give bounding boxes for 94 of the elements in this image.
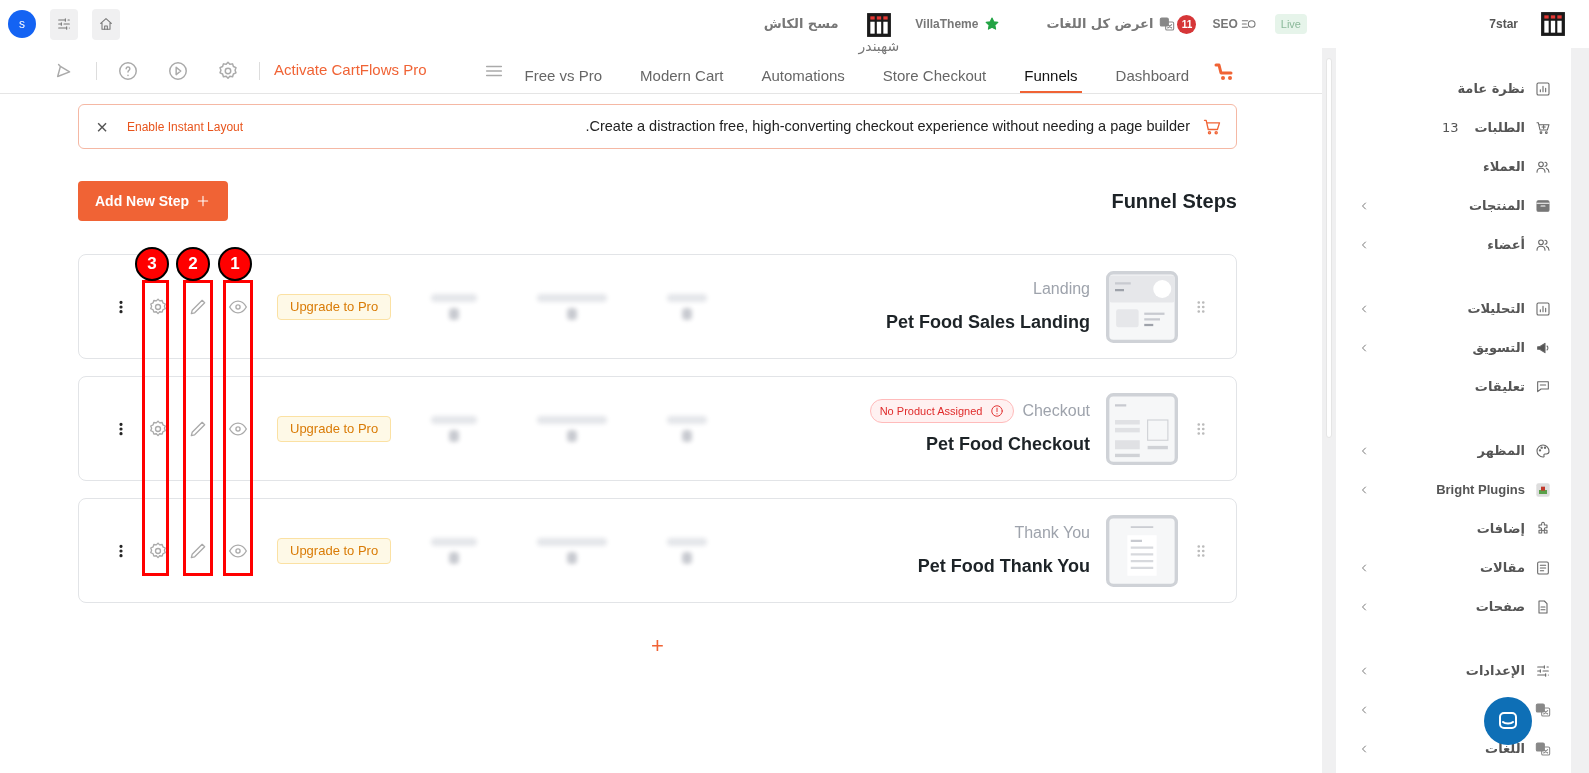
sidebar-item[interactable]: نظرة عامة — [1336, 69, 1571, 108]
store-link[interactable]: شهبندر — [858, 12, 900, 54]
sliders-icon — [1535, 662, 1551, 679]
translate-icon — [1535, 740, 1551, 757]
settings-icon[interactable] — [148, 540, 168, 561]
blurred-stat-value — [449, 551, 460, 564]
alert-icon — [990, 404, 1005, 418]
live-status: Live — [1274, 13, 1307, 35]
users-icon — [1535, 236, 1551, 253]
comment-icon — [1535, 378, 1551, 395]
blurred-stat-label — [667, 537, 708, 546]
scrollbar-thumb[interactable] — [1326, 58, 1332, 438]
nav-tab[interactable]: Free vs Pro — [520, 62, 607, 93]
nav-tab[interactable]: Automations — [757, 62, 849, 93]
blurred-stat-value — [567, 307, 578, 320]
chart-icon — [1535, 300, 1551, 317]
user-avatar[interactable]: s — [8, 10, 36, 38]
seo-link[interactable]: SEO — [1212, 15, 1259, 33]
site-name-link[interactable]: 7star — [1489, 15, 1518, 33]
blurred-stat-value — [682, 429, 693, 442]
customize-button[interactable] — [50, 8, 78, 40]
plugin-icon — [1535, 481, 1551, 498]
play-icon[interactable] — [167, 59, 189, 82]
box-icon — [1535, 197, 1551, 214]
blurred-stat-value — [567, 551, 578, 564]
step-title: Pet Food Thank You — [917, 555, 1090, 578]
help-icon[interactable] — [117, 59, 139, 82]
section-heading: Funnel Steps — [1111, 189, 1237, 214]
settings-icon[interactable] — [148, 296, 168, 317]
users-icon — [1535, 158, 1551, 175]
blurred-stat-value — [567, 429, 578, 442]
languages-link[interactable]: اعرض كل اللغات — [1046, 14, 1176, 34]
villatheme-link[interactable]: VillaTheme — [915, 15, 1001, 33]
sidebar-item[interactable]: اللغات — [1336, 729, 1571, 768]
blurred-stat-label — [667, 293, 708, 302]
blurred-stat-value — [449, 429, 460, 442]
settings-icon[interactable] — [217, 59, 239, 82]
blurred-stat-label — [537, 537, 608, 546]
step-type: Thank You — [1014, 523, 1090, 543]
home-button[interactable] — [92, 8, 120, 40]
blurred-stat-label — [667, 415, 708, 424]
blurred-stat-value — [682, 307, 693, 320]
cart-icon — [1535, 119, 1551, 136]
sidebar-item[interactable]: المظهر — [1336, 431, 1571, 470]
close-button[interactable]: × — [93, 116, 111, 137]
blurred-stat-label — [537, 293, 608, 302]
sidebar-item[interactable]: التسويق — [1336, 328, 1571, 367]
puzzle-icon — [1535, 520, 1551, 537]
step-type: Landing — [1033, 279, 1090, 299]
nav-tab[interactable]: Modern Cart — [636, 62, 728, 93]
translate-icon — [1159, 16, 1176, 32]
sidebar-item[interactable]: الإعدادات — [1336, 651, 1571, 690]
store-logo-icon — [865, 12, 892, 38]
blurred-stat-label — [431, 537, 478, 546]
sidebar-item[interactable]: التحليلات — [1336, 289, 1571, 328]
nav-tab[interactable]: Store Checkout — [878, 62, 991, 93]
step-title: Pet Food Checkout — [926, 433, 1090, 456]
star-icon — [984, 16, 1001, 32]
callout-number: 1 — [218, 247, 252, 281]
scrollbar-track[interactable] — [1322, 48, 1336, 773]
clear-cache-link[interactable]: مسح الكاش — [763, 14, 839, 34]
blurred-stat-value — [682, 551, 693, 564]
settings-icon[interactable] — [148, 418, 168, 439]
sidebar-item[interactable]: صفحات — [1336, 587, 1571, 626]
document-icon — [1535, 559, 1551, 576]
home-icon — [98, 16, 114, 32]
sidebar-item[interactable]: تعليقات — [1336, 367, 1571, 406]
chat-button[interactable] — [1484, 697, 1532, 745]
page-icon — [1535, 598, 1551, 615]
nav-tab[interactable]: Dashboard — [1111, 62, 1193, 93]
nav-tab[interactable]: Funnels — [1020, 62, 1082, 93]
notice-message: .Create a distraction free, high-converting checkout experience without needing a page builder — [585, 116, 1190, 136]
sidebar-item[interactable]: المنتجات — [1336, 186, 1571, 225]
translate-icon — [1535, 701, 1551, 718]
callout-number: 2 — [176, 247, 210, 281]
blurred-stat-label — [537, 415, 608, 424]
sidebar-item[interactable]: مقالات — [1336, 548, 1571, 587]
step-title: Pet Food Sales Landing — [885, 311, 1090, 334]
warning-badge: No Product Assigned — [869, 399, 1015, 423]
blurred-stat-label — [431, 293, 478, 302]
sliders-icon — [56, 16, 72, 32]
notification-count: 11 — [1177, 14, 1197, 34]
blurred-stat-value — [449, 307, 460, 320]
sidebar-item[interactable]: Bright Plugins — [1336, 470, 1571, 509]
enable-instant-layout-link[interactable]: Enable Instant Layout — [127, 117, 244, 136]
chart-icon — [1535, 80, 1551, 97]
palette-icon — [1535, 442, 1551, 459]
callout-number: 3 — [135, 247, 169, 281]
site-logo-icon — [1540, 11, 1566, 37]
step-type: Checkout — [1022, 401, 1090, 421]
sidebar-item[interactable]: أعضاء — [1336, 225, 1571, 264]
blurred-stat-label — [431, 415, 478, 424]
sidebar-item[interactable]: العملاء — [1336, 147, 1571, 186]
sidebar-item[interactable]: إضافات — [1336, 509, 1571, 548]
